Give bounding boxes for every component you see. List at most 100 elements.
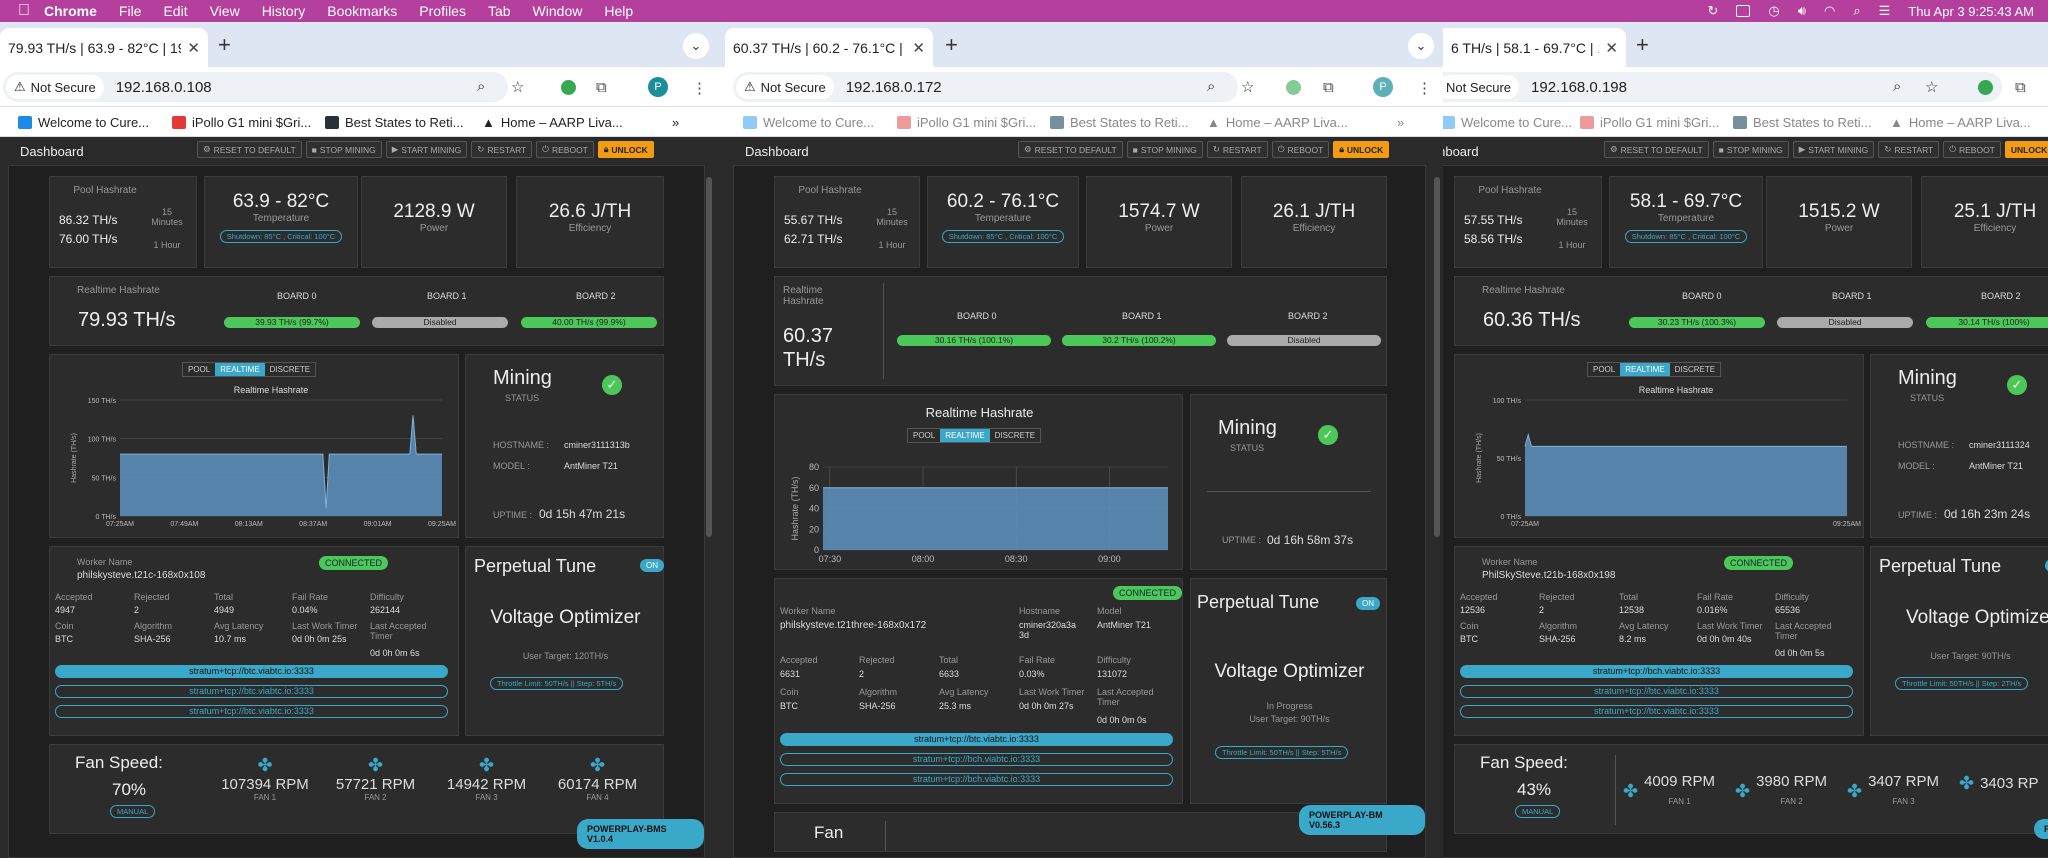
bookmark-item[interactable]: Welcome to Cure...	[18, 115, 149, 130]
zoom-icon[interactable]: ⌕	[477, 78, 485, 95]
reset-default-button[interactable]: ⚙ RESET TO DEFAULT	[1604, 141, 1709, 158]
browser-tab[interactable]: 6 TH/s | 58.1 - 69.7°C | 1 ✕	[1443, 28, 1626, 67]
new-tab-icon[interactable]: +	[218, 32, 231, 58]
control-center-icon[interactable]: ☰	[1879, 3, 1891, 19]
stop-mining-button[interactable]: ■ STOP MINING	[1712, 141, 1789, 158]
start-mining-button[interactable]: ▶ START MINING	[385, 141, 468, 158]
chrome-menu-icon[interactable]: ⋮	[1417, 79, 1432, 97]
restart-button[interactable]: ↻ RESTART	[471, 141, 533, 158]
bookmark-item[interactable]: ▲ Home – AARP Liva...	[482, 115, 623, 130]
bookmark-star-icon[interactable]: ☆	[1925, 78, 1938, 96]
extension-green-icon[interactable]	[1978, 80, 1993, 95]
profile-avatar[interactable]: P	[1373, 77, 1393, 97]
menu-view[interactable]: View	[210, 3, 240, 19]
chrome-menu-icon[interactable]: ⋮	[692, 79, 707, 97]
menu-profiles[interactable]: Profiles	[419, 3, 466, 19]
address-bar[interactable]: ⚠ Not Secure 192.168.0.108 ⌕ ☆	[3, 72, 524, 102]
scrollbar[interactable]	[705, 137, 713, 858]
scrollbar-thumb[interactable]	[1434, 177, 1440, 537]
bookmark-star-icon[interactable]: ☆	[511, 78, 524, 96]
reboot-button[interactable]: ⏻ REBOOT	[1943, 141, 2001, 158]
tune-on-badge[interactable]: ON	[640, 559, 664, 572]
pool-url-3[interactable]: stratum+tcp://btc.viabtc.io:3333	[1460, 705, 1853, 718]
search-icon[interactable]: ⌕	[1853, 3, 1860, 19]
bookmark-item[interactable]: Best States to Reti...	[1050, 115, 1189, 130]
menu-tab[interactable]: Tab	[488, 3, 511, 19]
reset-default-button[interactable]: ⚙ RESET TO DEFAULT	[197, 141, 302, 158]
pool-url-2[interactable]: stratum+tcp://btc.viabtc.io:3333	[55, 685, 448, 698]
sync-icon[interactable]: ↻	[1708, 3, 1719, 19]
reboot-button[interactable]: ⏻ REBOOT	[1271, 141, 1330, 158]
new-tab-icon[interactable]: +	[945, 32, 958, 58]
clock-icon[interactable]: ◷	[1768, 3, 1779, 19]
extensions-puzzle-icon[interactable]: ⧉	[1323, 79, 1334, 96]
menu-app[interactable]: Chrome	[44, 3, 97, 19]
menu-window[interactable]: Window	[533, 3, 583, 19]
menu-edit[interactable]: Edit	[163, 3, 187, 19]
profile-avatar[interactable]: P	[648, 77, 668, 97]
pool-url-1[interactable]: stratum+tcp://btc.viabtc.io:3333	[780, 733, 1173, 746]
tab-search-icon[interactable]: ⌄	[683, 33, 709, 59]
screen-icon[interactable]	[1736, 5, 1751, 17]
browser-tab[interactable]: 79.93 TH/s | 63.9 - 82°C | 19 ✕	[0, 28, 208, 67]
pool-url-1[interactable]: stratum+tcp://bch.viabtc.io:3333	[1460, 665, 1853, 678]
security-chip[interactable]: ⚠ Not Secure	[6, 75, 104, 99]
apple-menu-icon[interactable]: 	[18, 0, 30, 22]
extension-green-icon[interactable]	[1286, 80, 1301, 95]
menu-help[interactable]: Help	[604, 3, 633, 19]
bookmarks-overflow-icon[interactable]: »	[672, 115, 679, 130]
tune-on-badge[interactable]: ON	[1356, 597, 1380, 610]
new-tab-icon[interactable]: +	[1636, 32, 1649, 58]
reboot-button[interactable]: ⏻ REBOOT	[536, 141, 594, 158]
bookmark-item[interactable]: Welcome to Cure...	[743, 115, 874, 130]
bookmark-item[interactable]: iPollo G1 mini $Gri...	[1580, 115, 1719, 130]
unlock-button[interactable]: UNLOCK	[2004, 141, 2048, 158]
bookmark-item[interactable]: iPollo G1 mini $Gri...	[172, 115, 311, 130]
bookmark-item[interactable]: ▲ Home – AARP Liva...	[1890, 115, 2031, 130]
pool-url-3[interactable]: stratum+tcp://btc.viabtc.io:3333	[55, 705, 448, 718]
extension-green-icon[interactable]	[561, 80, 576, 95]
browser-tab[interactable]: 60.37 TH/s | 60.2 - 76.1°C | 1 ✕	[725, 28, 933, 67]
extensions-puzzle-icon[interactable]: ⧉	[2015, 79, 2026, 96]
stop-mining-button[interactable]: ■ STOP MINING	[1126, 141, 1203, 158]
start-mining-button[interactable]: ▶ START MINING	[1792, 141, 1875, 158]
bookmark-star-icon[interactable]: ☆	[1241, 78, 1254, 96]
scrollbar-thumb[interactable]	[706, 177, 712, 537]
bookmarks-overflow-icon[interactable]: »	[1397, 115, 1404, 130]
pool-url-3[interactable]: stratum+tcp://bch.viabtc.io:3333	[780, 773, 1173, 786]
stop-mining-button[interactable]: ■ STOP MINING	[305, 141, 382, 158]
bookmark-item[interactable]: Best States to Reti...	[1733, 115, 1872, 130]
close-tab-icon[interactable]: ✕	[1605, 39, 1618, 57]
bookmark-item[interactable]: Welcome to Cure...	[1443, 115, 1572, 130]
close-tab-icon[interactable]: ✕	[187, 39, 200, 57]
zoom-icon[interactable]: ⌕	[1207, 78, 1215, 95]
pool-url-1[interactable]: stratum+tcp://btc.viabtc.io:3333	[55, 665, 448, 678]
security-chip[interactable]: ⚠ Not Secure	[736, 75, 834, 99]
scrollbar[interactable]	[1433, 137, 1441, 858]
pool-url-2[interactable]: stratum+tcp://btc.viabtc.io:3333	[1460, 685, 1853, 698]
zoom-icon[interactable]: ⌕	[1893, 78, 1901, 95]
manual-badge[interactable]: MANUAL	[1515, 805, 1561, 818]
address-bar[interactable]: Not Secure 192.168.0.198 ⌕ ☆	[1443, 72, 2002, 102]
extensions-puzzle-icon[interactable]: ⧉	[596, 79, 607, 96]
pool-url-2[interactable]: stratum+tcp://bch.viabtc.io:3333	[780, 753, 1173, 766]
menubar-clock[interactable]: Thu Apr 3 9:25:43 AM	[1908, 4, 2034, 19]
menu-file[interactable]: File	[119, 3, 142, 19]
bookmark-item[interactable]: ▲ Home – AARP Liva...	[1207, 115, 1348, 130]
unlock-button[interactable]: 🔒︎ UNLOCK	[597, 141, 654, 158]
wifi-icon[interactable]: ◠	[1824, 3, 1835, 19]
restart-button[interactable]: ↻ RESTART	[1206, 141, 1268, 158]
reset-default-button[interactable]: ⚙ RESET TO DEFAULT	[1018, 141, 1123, 158]
manual-badge[interactable]: MANUAL	[110, 805, 156, 818]
menu-history[interactable]: History	[262, 3, 306, 19]
menu-bookmarks[interactable]: Bookmarks	[327, 3, 397, 19]
bookmark-item[interactable]: Best States to Reti...	[325, 115, 464, 130]
address-bar[interactable]: ⚠ Not Secure 192.168.0.172 ⌕ ☆	[733, 72, 1254, 102]
tab-search-icon[interactable]: ⌄	[1408, 33, 1434, 59]
unlock-button[interactable]: 🔒︎ UNLOCK	[1333, 141, 1390, 158]
security-chip[interactable]: Not Secure	[1443, 75, 1520, 99]
restart-button[interactable]: ↻ RESTART	[1878, 141, 1940, 158]
bookmark-item[interactable]: iPollo G1 mini $Gri...	[897, 115, 1036, 130]
close-tab-icon[interactable]: ✕	[912, 39, 925, 57]
volume-icon[interactable]: 🔊︎	[1798, 3, 1806, 19]
